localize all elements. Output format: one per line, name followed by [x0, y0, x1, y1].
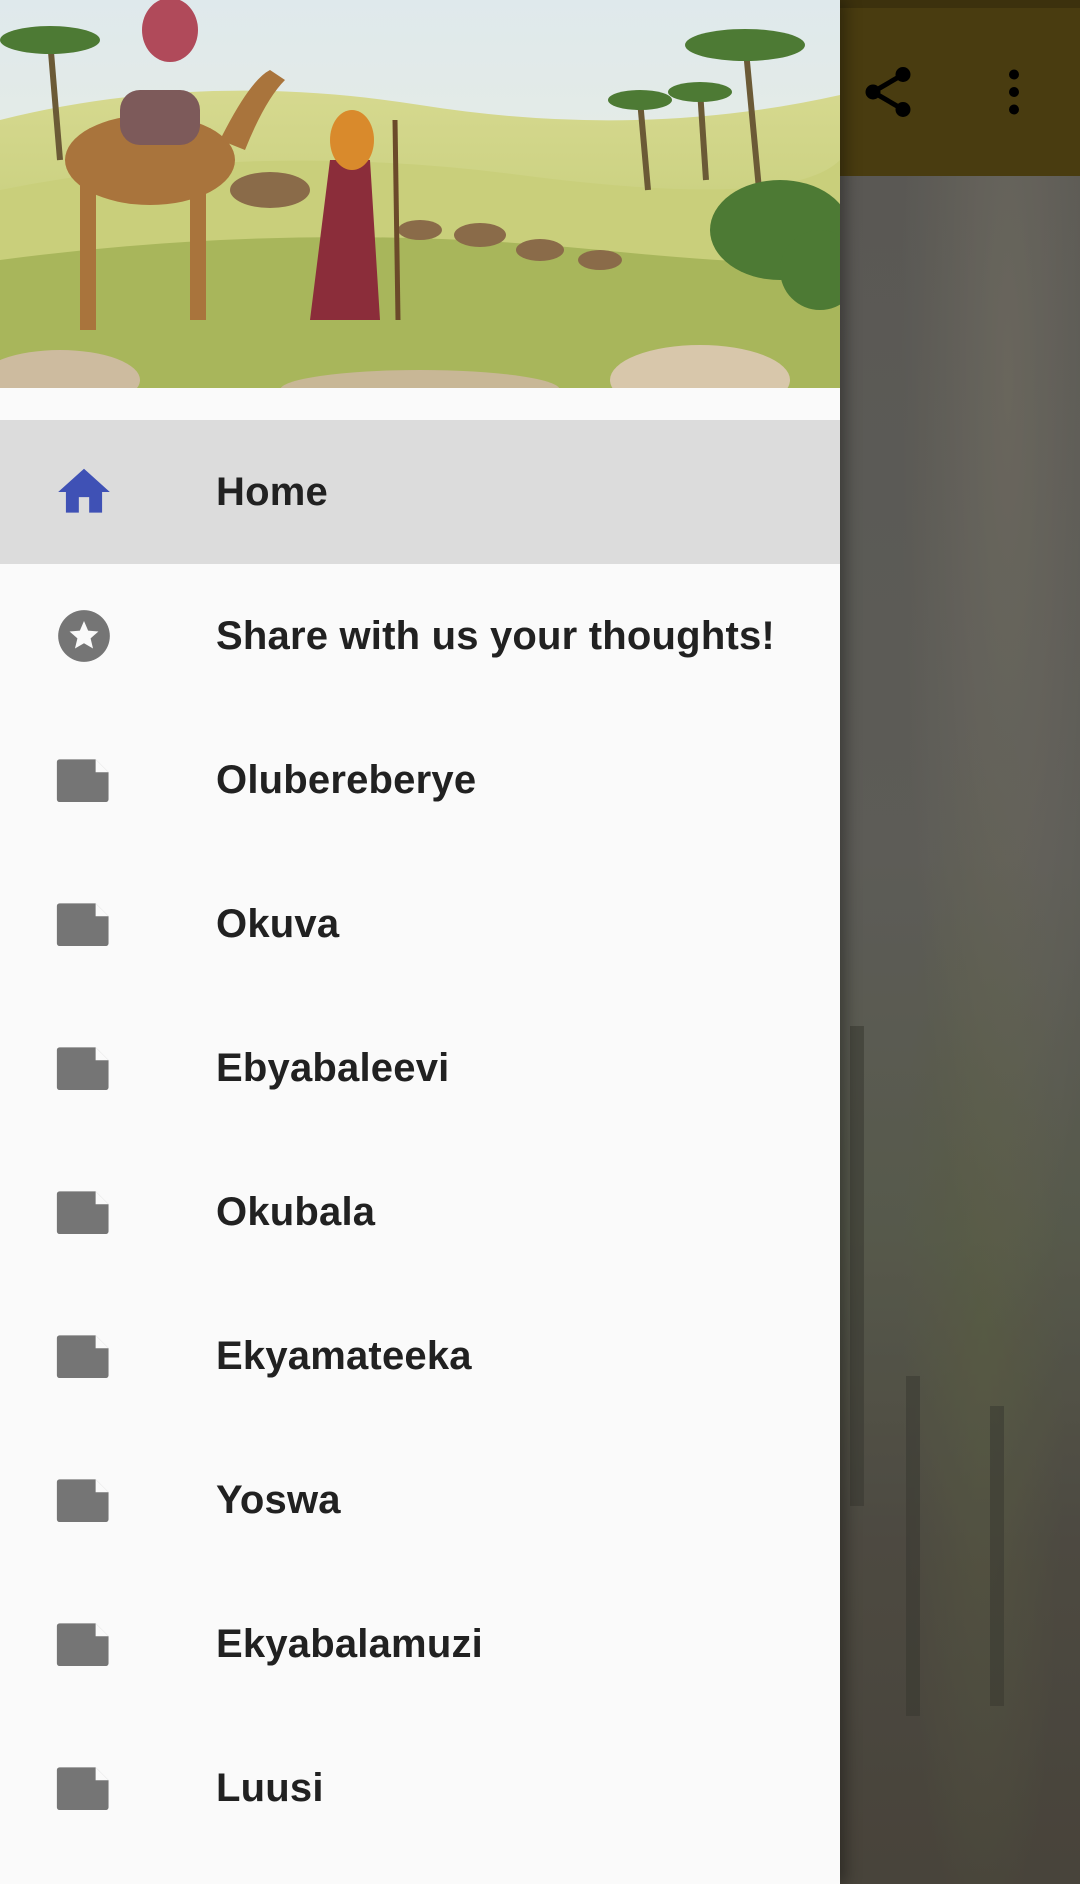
drawer-item-label: Olubereberye [216, 757, 477, 802]
drawer-item-label: Yoswa [216, 1477, 341, 1522]
document-icon [53, 1181, 115, 1243]
drawer-item-label: Ekyamateeka [216, 1333, 472, 1378]
document-icon [53, 1325, 115, 1387]
drawer-item-share-thoughts[interactable]: Share with us your thoughts! [0, 564, 840, 708]
drawer-item-label: Ebyabaleevi [216, 1045, 450, 1090]
drawer-item-yoswa[interactable]: Yoswa [0, 1428, 840, 1572]
drawer-item-label: Share with us your thoughts! [216, 613, 775, 658]
document-icon [53, 893, 115, 955]
drawer-item-home[interactable]: Home [0, 420, 840, 564]
drawer-item-label: Okubala [216, 1189, 376, 1234]
drawer-item-ekyamateeka[interactable]: Ekyamateeka [0, 1284, 840, 1428]
drawer-item-label: Luusi [216, 1765, 324, 1810]
navigation-drawer: Home Share with us your thoughts! Oluber… [0, 0, 840, 1884]
drawer-header-image [0, 0, 840, 396]
drawer-item-label: Home [216, 469, 328, 514]
drawer-item-label: Okuva [216, 901, 340, 946]
drawer-item-ekyabalamuzi[interactable]: Ekyabalamuzi [0, 1572, 840, 1716]
star-circle-icon [53, 605, 115, 667]
drawer-item-okuva[interactable]: Okuva [0, 852, 840, 996]
home-icon [53, 461, 115, 523]
document-icon [53, 1037, 115, 1099]
document-icon [53, 1613, 115, 1675]
drawer-item-olubereberye[interactable]: Olubereberye [0, 708, 840, 852]
document-icon [53, 1757, 115, 1819]
document-icon [53, 749, 115, 811]
drawer-item-okubala[interactable]: Okubala [0, 1140, 840, 1284]
document-icon [53, 1469, 115, 1531]
drawer-item-label: Ekyabalamuzi [216, 1621, 483, 1666]
drawer-menu-list: Home Share with us your thoughts! Oluber… [0, 420, 840, 1860]
drawer-item-luusi[interactable]: Luusi [0, 1716, 840, 1860]
drawer-item-ebyabaleevi[interactable]: Ebyabaleevi [0, 996, 840, 1140]
